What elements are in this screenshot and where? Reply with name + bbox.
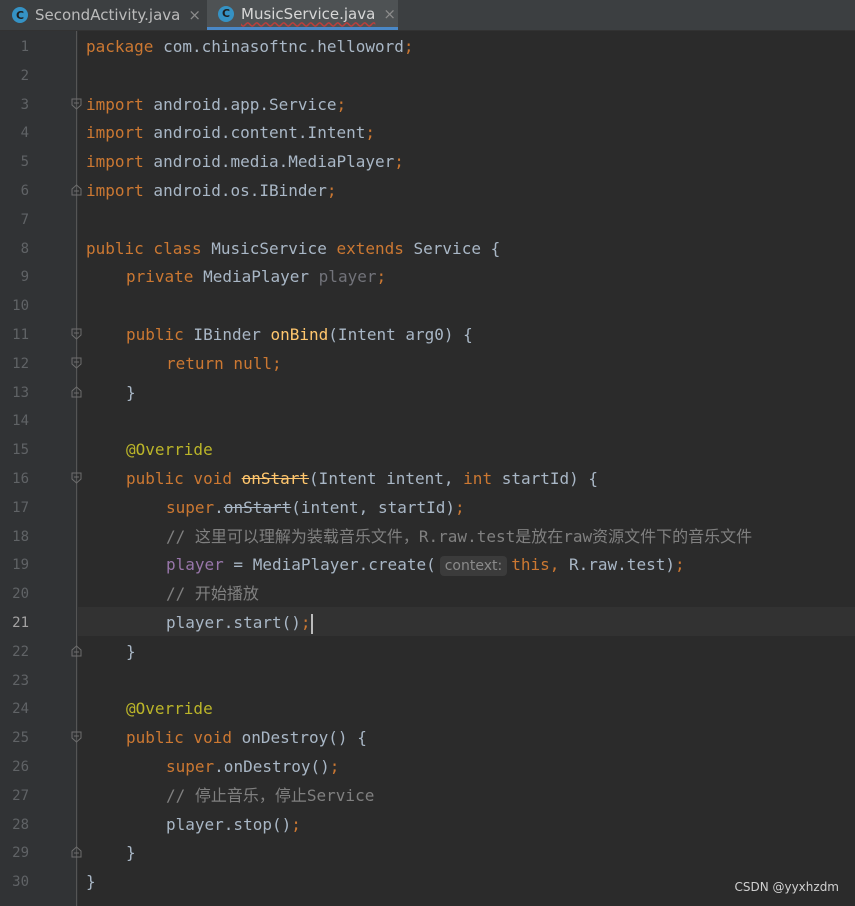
code-line-4: import android.content.Intent; — [86, 123, 375, 143]
java-class-icon: C — [12, 7, 28, 23]
code-line-11: public IBinder onBind(Intent arg0) { — [126, 325, 473, 344]
line-number: 2 — [20, 67, 29, 84]
fold-start-icon[interactable] — [71, 98, 82, 110]
line-number: 23 — [12, 672, 29, 689]
line-number: 11 — [12, 327, 29, 343]
code-line-17: super.onStart(intent, startId); — [166, 497, 465, 517]
java-class-icon: C — [218, 5, 234, 22]
line-number: 20 — [12, 586, 29, 603]
code-line-8: public class MusicService extends Servic… — [86, 238, 501, 258]
code-line-1: package com.chinasoftnc.helloword; — [86, 37, 414, 56]
code-line-18: // 这里可以理解为装载音乐文件，R.raw.test是放在raw资源文件下的音… — [166, 526, 753, 546]
fold-start-icon[interactable] — [71, 328, 82, 340]
line-number: 13 — [12, 384, 29, 401]
line-number: 8 — [20, 240, 29, 257]
code-line-12: return null; — [166, 353, 282, 373]
line-number: 25 — [12, 730, 29, 747]
line-number: 15 — [12, 442, 29, 459]
code-line-21: player.start(); — [166, 613, 313, 634]
code-line-3: import android.app.Service; — [86, 94, 347, 114]
fold-end-icon[interactable] — [71, 184, 82, 196]
line-number: 3 — [20, 96, 29, 113]
line-number: 6 — [20, 183, 29, 199]
code-line-19: player = MediaPlayer.create(context: this… — [166, 555, 685, 577]
fold-end-icon[interactable] — [71, 645, 82, 657]
code-line-16: public void onStart(Intent intent, int s… — [126, 469, 599, 488]
line-number: 27 — [12, 787, 29, 804]
watermark: CSDN @yyxhzdm — [734, 880, 839, 894]
line-number: 12 — [12, 355, 29, 372]
line-number: 18 — [12, 528, 29, 545]
fold-start-icon[interactable] — [71, 357, 82, 369]
fold-start-icon[interactable] — [71, 472, 82, 484]
line-number: 21 — [12, 615, 29, 631]
line-number: 16 — [12, 471, 29, 487]
line-number: 9 — [20, 269, 29, 286]
code-line-28: player.stop(); — [166, 814, 301, 834]
line-number: 1 — [20, 39, 29, 55]
code-line-26: super.onDestroy(); — [166, 757, 340, 776]
text-caret — [310, 613, 313, 634]
line-number: 22 — [12, 643, 29, 660]
line-number: 17 — [12, 499, 29, 516]
fold-end-icon[interactable] — [71, 846, 82, 858]
line-number: 19 — [12, 557, 29, 574]
code-line-22: } — [126, 641, 136, 661]
code-line-6: import android.os.IBinder; — [86, 181, 337, 200]
editor-tab-bar: C SecondActivity.java × C MusicService.j… — [0, 0, 855, 31]
code-line-13: } — [126, 382, 136, 402]
line-number: 28 — [12, 816, 29, 833]
line-number: 29 — [12, 845, 29, 862]
line-number: 5 — [20, 154, 29, 171]
tab-label: SecondActivity.java — [35, 6, 181, 24]
line-number: 4 — [20, 125, 29, 142]
code-line-20: // 开始播放 — [166, 584, 259, 604]
parameter-hint: context: — [439, 556, 508, 577]
close-icon[interactable]: × — [188, 6, 201, 24]
line-number: 7 — [20, 211, 29, 228]
line-number: 10 — [12, 298, 29, 315]
line-number: 24 — [12, 701, 29, 718]
line-number: 26 — [12, 759, 29, 775]
line-number: 30 — [12, 874, 29, 891]
code-line-30: } — [86, 872, 96, 892]
code-line-29: } — [126, 843, 136, 863]
code-line-9: private MediaPlayer player; — [126, 267, 387, 287]
tab-label: MusicService.java — [241, 4, 376, 23]
code-line-15: @Override — [126, 440, 213, 460]
code-line-24: @Override — [126, 699, 213, 719]
code-line-27: // 停止音乐，停止Service — [166, 785, 375, 805]
fold-end-icon[interactable] — [71, 386, 82, 398]
gutter-separator — [76, 31, 77, 906]
code-line-25: public void onDestroy() { — [126, 728, 367, 748]
code-line-5: import android.media.MediaPlayer; — [86, 152, 404, 172]
tab-music-service[interactable]: C MusicService.java × — [207, 0, 398, 30]
tab-second-activity[interactable]: C SecondActivity.java × — [0, 0, 206, 30]
line-number: 14 — [12, 413, 29, 430]
close-icon[interactable]: × — [383, 5, 396, 23]
fold-start-icon[interactable] — [71, 731, 82, 743]
